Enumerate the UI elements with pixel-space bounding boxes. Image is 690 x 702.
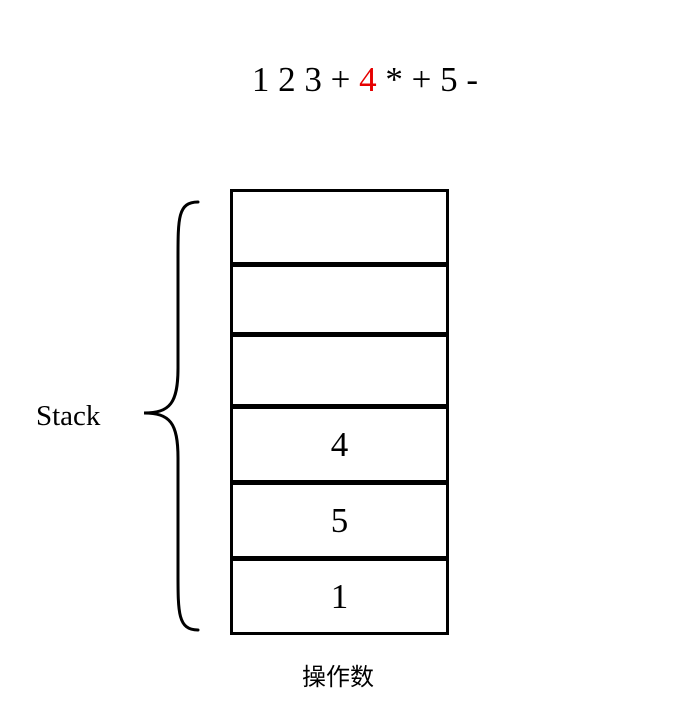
expression-token: +: [330, 60, 351, 99]
stack-slot: 5: [330, 501, 349, 540]
stack-slot: [233, 267, 446, 335]
expression-token: 2: [278, 60, 296, 99]
curly-brace-icon: [143, 200, 200, 632]
expression-token: -: [466, 60, 479, 99]
stack-slot: 4: [330, 425, 349, 464]
expression-token: 1: [251, 60, 270, 99]
expression-token: 4: [359, 60, 377, 99]
expression-token: +: [411, 60, 432, 99]
operand-stack: 4 5 1: [230, 189, 449, 635]
expression-token: 3: [304, 60, 322, 99]
expression-token: 5: [440, 60, 458, 99]
expression-token: *: [385, 60, 403, 99]
stack-label: Stack: [36, 400, 101, 432]
stack-slot: 1: [330, 577, 349, 616]
stack-slot: [233, 192, 446, 265]
stack-slot: [233, 337, 446, 407]
operand-caption: 操作数: [302, 663, 374, 691]
expression: 1 2 3 + 4 * + 5 -: [0, 58, 690, 102]
